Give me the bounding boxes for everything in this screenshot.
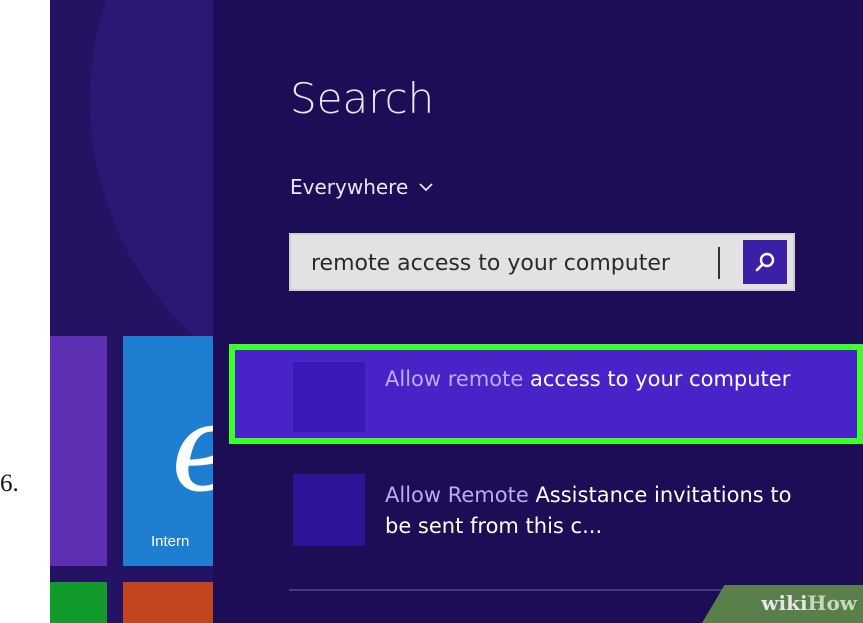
tile-label: Intern [151,533,190,550]
watermark-prefix: wiki [761,591,808,615]
purple-tile[interactable] [50,336,107,566]
green-tile[interactable] [50,582,107,623]
result-app-icon [293,474,365,546]
search-scope-dropdown[interactable]: Everywhere [290,175,434,199]
wikihow-watermark: wikiHow [702,585,863,623]
search-box [289,233,795,291]
search-scope-label: Everywhere [290,175,409,199]
search-charm-panel: Search Everywhere Allow remote access to… [213,0,863,623]
result-text-match: access to your computer [529,367,791,391]
search-charm-title: Search [290,74,435,123]
result-text: Allow Remote Assistance invitations to b… [385,480,815,542]
search-result-allow-remote-access[interactable]: Allow remote access to your computer [229,344,863,444]
search-icon [755,252,775,272]
step-number: 6. [0,470,19,497]
result-text-match-prefix: Allow Remote [385,483,536,507]
search-result-allow-remote-assistance[interactable]: Allow Remote Assistance invitations to b… [229,472,863,556]
search-button[interactable] [743,240,787,284]
result-app-icon [293,362,365,432]
windows-screen: e Intern Search Everywhere Allo [50,0,863,623]
search-input[interactable] [311,243,731,283]
text-cursor [718,247,720,279]
watermark-suffix: How [807,591,857,615]
watermark-text: wikiHow [761,591,857,615]
result-text-match-prefix: Allow remote [385,367,530,391]
chevron-down-icon [419,183,433,192]
result-text: Allow remote access to your computer [385,364,815,395]
